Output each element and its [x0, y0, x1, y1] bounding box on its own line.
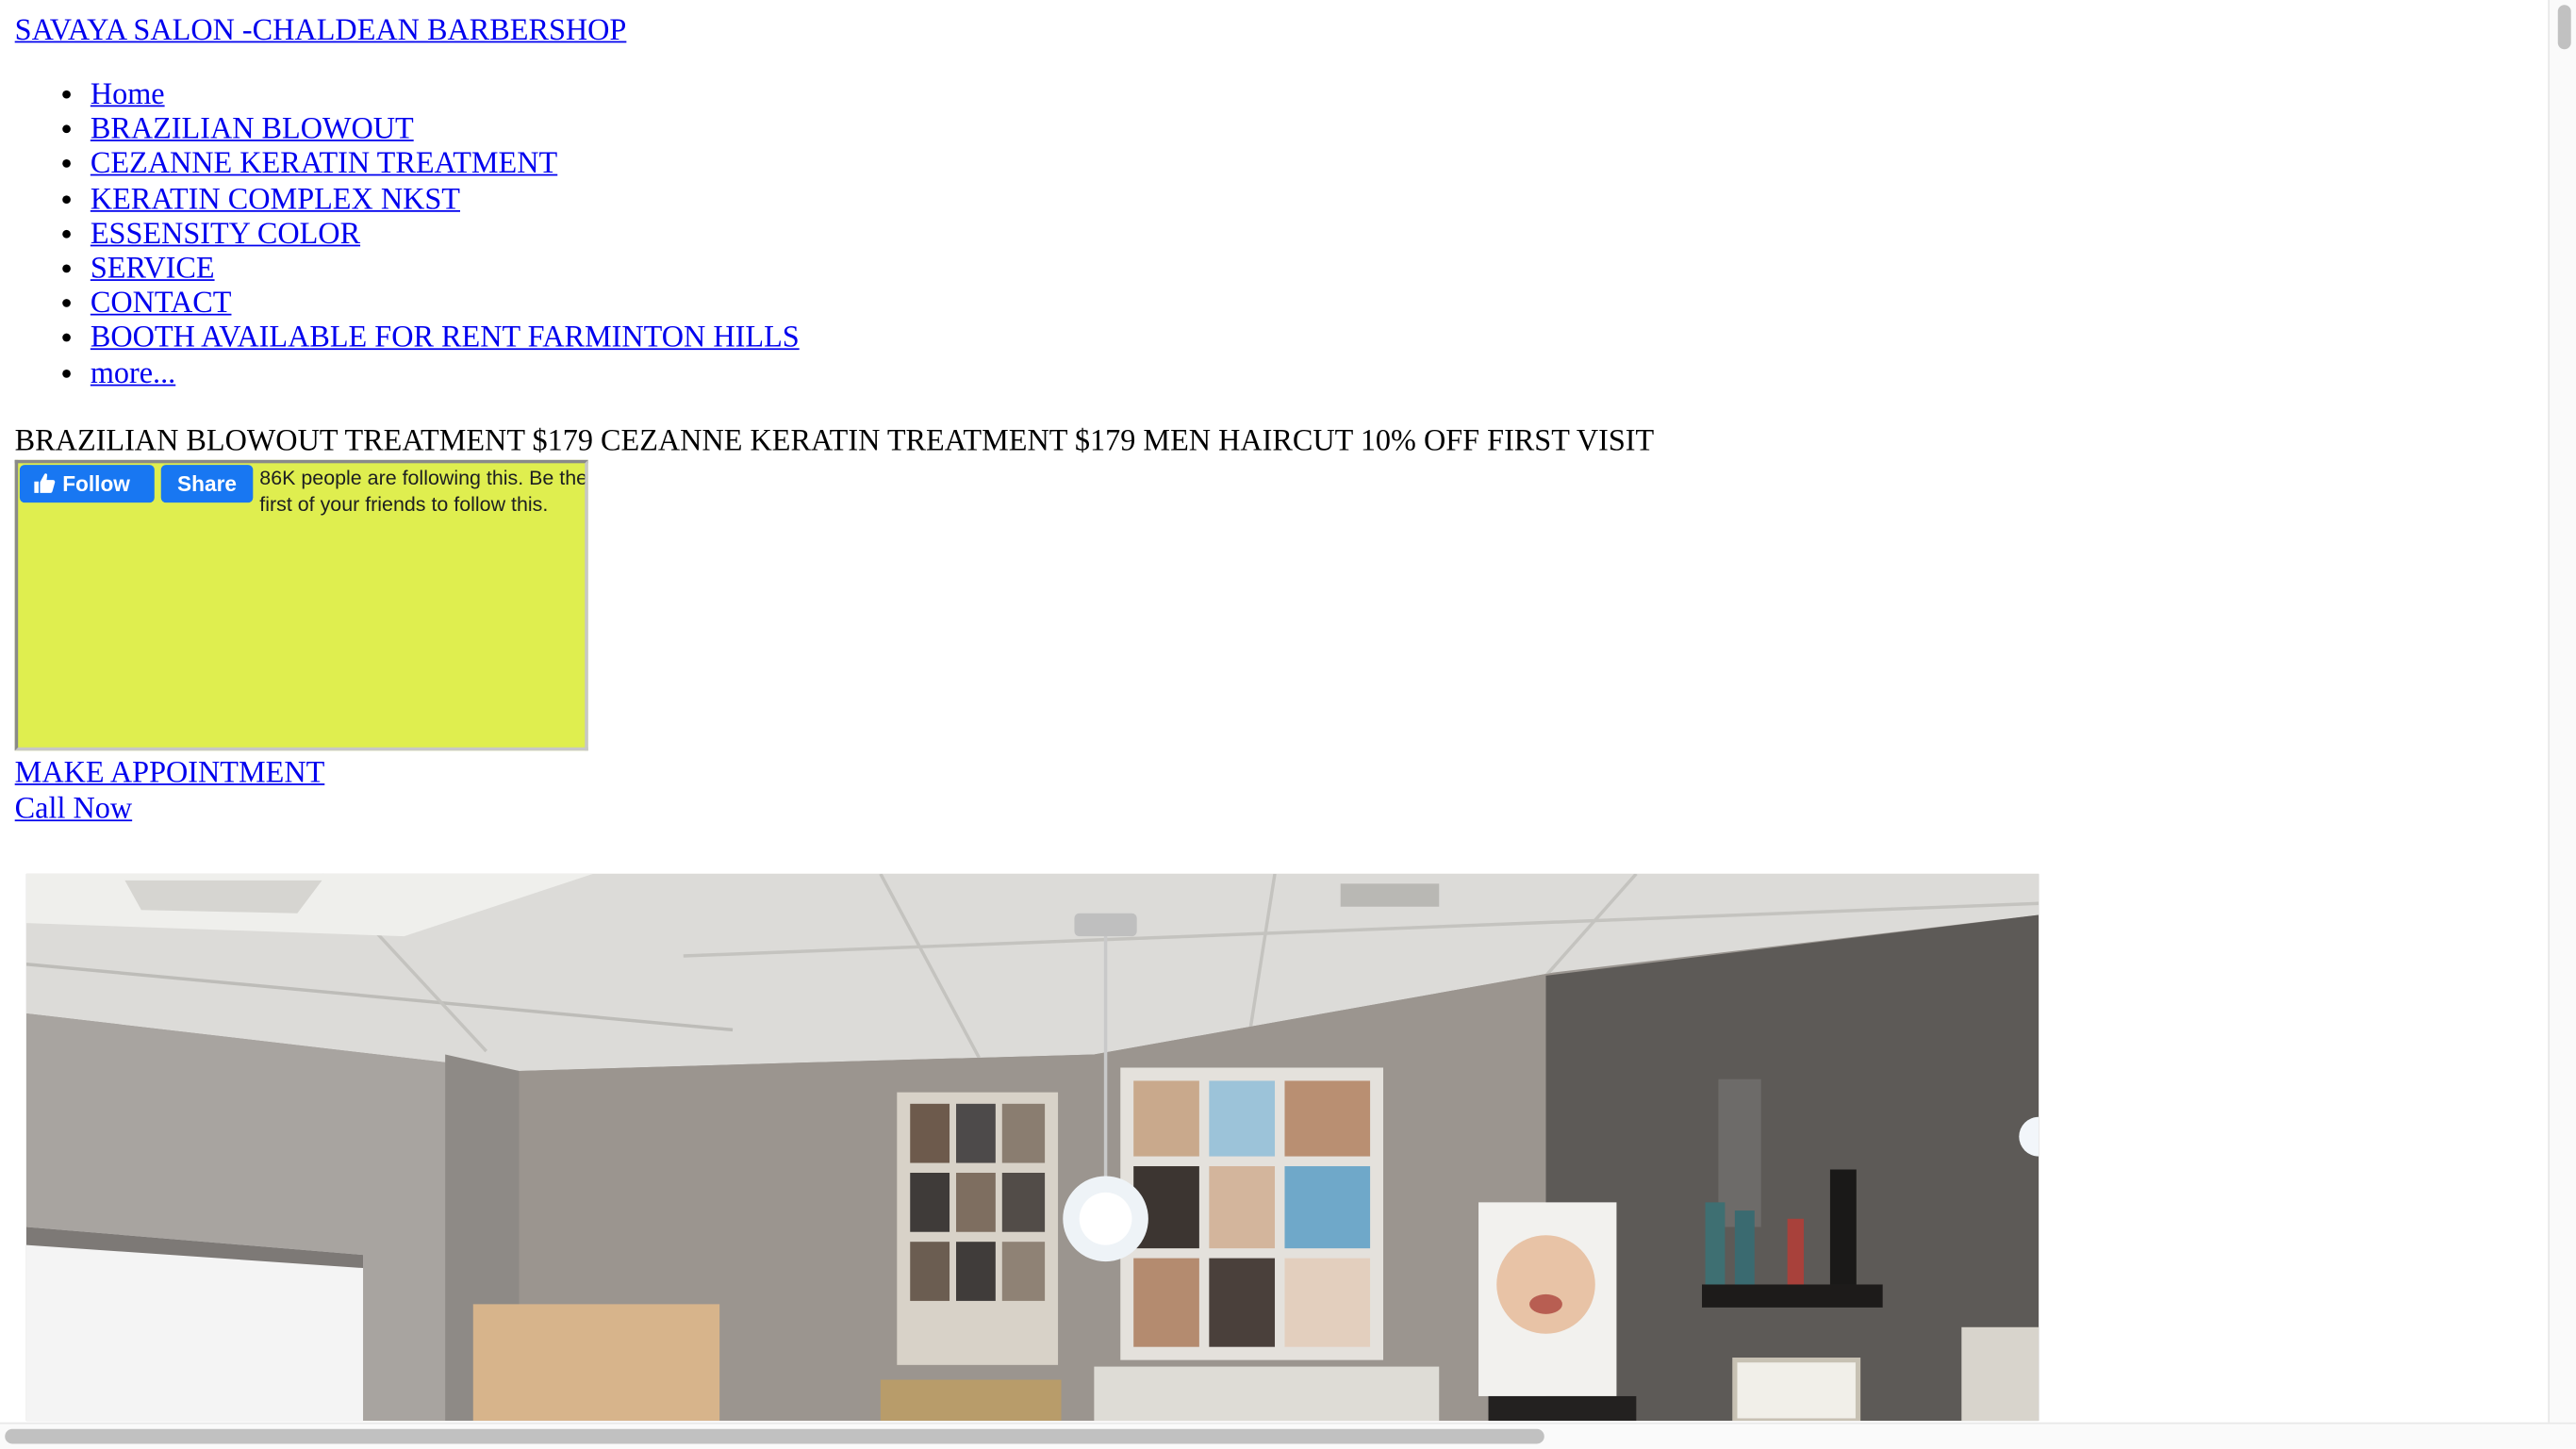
call-now-link[interactable]: Call Now: [15, 793, 132, 826]
nav-item-keratin-complex: KERATIN COMPLEX NKST: [91, 183, 800, 218]
nav-item-home: Home: [91, 79, 800, 114]
nav-link-brazilian-blowout[interactable]: BRAZILIAN BLOWOUT: [91, 114, 414, 147]
vertical-scrollbar-thumb[interactable]: [2557, 5, 2571, 50]
nav-link-booth-rent[interactable]: BOOTH AVAILABLE FOR RENT FARMINTON HILLS: [91, 322, 800, 355]
main-nav: Home BRAZILIAN BLOWOUT CEZANNE KERATIN T…: [15, 79, 800, 392]
horizontal-scrollbar-thumb[interactable]: [5, 1428, 1544, 1444]
facebook-follow-widget: Follow Share 86K people are following th…: [14, 459, 588, 751]
nav-link-essensity-color[interactable]: ESSENSITY COLOR: [91, 218, 360, 251]
make-appointment-link[interactable]: MAKE APPOINTMENT: [15, 757, 325, 790]
thumbs-up-icon: [34, 473, 56, 494]
facebook-follow-button[interactable]: Follow: [19, 465, 155, 503]
appointment-links: MAKE APPOINTMENT Call Now: [15, 757, 325, 828]
nav-link-home[interactable]: Home: [91, 79, 165, 112]
nav-item-essensity-color: ESSENSITY COLOR: [91, 218, 800, 253]
nav-link-cezanne-keratin[interactable]: CEZANNE KERATIN TREATMENT: [91, 149, 557, 182]
nav-item-brazilian-blowout: BRAZILIAN BLOWOUT: [91, 114, 800, 149]
nav-item-booth-rent: BOOTH AVAILABLE FOR RENT FARMINTON HILLS: [91, 322, 800, 357]
nav-link-keratin-complex[interactable]: KERATIN COMPLEX NKST: [91, 183, 460, 216]
vertical-scrollbar[interactable]: [2548, 0, 2576, 1423]
nav-link-service[interactable]: SERVICE: [91, 253, 215, 286]
horizontal-scrollbar[interactable]: [0, 1422, 2576, 1449]
nav-item-service: SERVICE: [91, 253, 800, 288]
promo-text: BRAZILIAN BLOWOUT TREATMENT $179 CEZANNE…: [14, 425, 1655, 459]
facebook-follower-count: 86K people are following this. Be the fi…: [259, 466, 588, 517]
nav-link-contact[interactable]: CONTACT: [91, 288, 232, 321]
nav-item-contact: CONTACT: [91, 288, 800, 322]
facebook-share-button[interactable]: Share: [160, 465, 254, 503]
facebook-share-label: Share: [177, 471, 238, 497]
facebook-follow-label: Follow: [62, 471, 130, 497]
salon-interior-photo: [25, 873, 2039, 1422]
nav-item-more: more...: [91, 357, 800, 392]
nav-item-cezanne-keratin: CEZANNE KERATIN TREATMENT: [91, 149, 800, 184]
site-title-link[interactable]: SAVAYA SALON -CHALDEAN BARBERSHOP: [15, 13, 627, 49]
nav-link-more[interactable]: more...: [91, 357, 175, 390]
page: SAVAYA SALON -CHALDEAN BARBERSHOP Home B…: [0, 0, 2576, 1449]
